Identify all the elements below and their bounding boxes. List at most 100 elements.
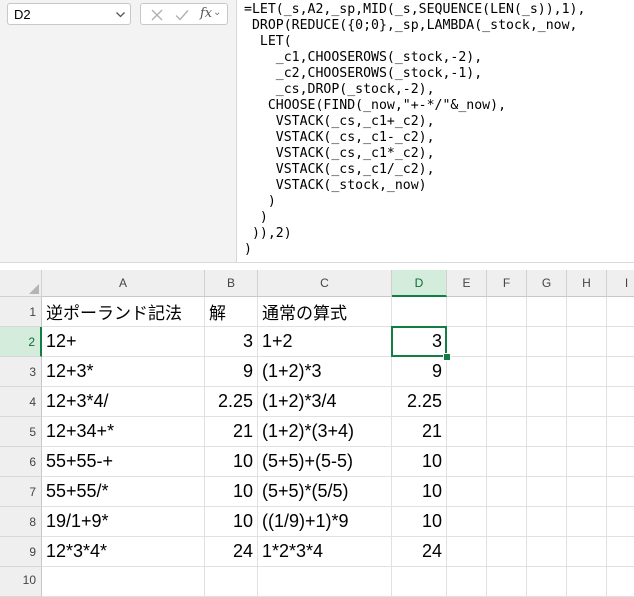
cell-e10[interactable] [447, 567, 487, 597]
column-header-a[interactable]: A [42, 270, 205, 297]
cell-g6[interactable] [527, 447, 567, 477]
row-header-9[interactable]: 9 [0, 537, 42, 567]
cell-g7[interactable] [527, 477, 567, 507]
cell-f10[interactable] [487, 567, 527, 597]
cell-i8[interactable] [607, 507, 634, 537]
cell-d4[interactable]: 2.25 [392, 387, 447, 417]
cell-i7[interactable] [607, 477, 634, 507]
cell-c6[interactable]: (5+5)+(5-5) [258, 447, 392, 477]
row-header-5[interactable]: 5 [0, 417, 42, 447]
cell-h6[interactable] [567, 447, 607, 477]
cell-g8[interactable] [527, 507, 567, 537]
chevron-down-icon[interactable] [115, 9, 126, 20]
column-header-f[interactable]: F [487, 270, 527, 297]
cell-b8[interactable]: 10 [205, 507, 258, 537]
cell-f6[interactable] [487, 447, 527, 477]
cell-g5[interactable] [527, 417, 567, 447]
cell-d2[interactable]: 3 [392, 327, 447, 357]
row-header-10[interactable]: 10 [0, 567, 42, 597]
cell-a1[interactable]: 逆ポーランド記法 [42, 297, 205, 327]
cell-g4[interactable] [527, 387, 567, 417]
cell-i5[interactable] [607, 417, 634, 447]
row-header-8[interactable]: 8 [0, 507, 42, 537]
cell-f3[interactable] [487, 357, 527, 387]
cell-h9[interactable] [567, 537, 607, 567]
column-header-i[interactable]: I [607, 270, 634, 297]
cell-i10[interactable] [607, 567, 634, 597]
enter-check-icon[interactable] [174, 7, 190, 23]
cell-e6[interactable] [447, 447, 487, 477]
cell-a6[interactable]: 55+55-+ [42, 447, 205, 477]
cell-c10[interactable] [258, 567, 392, 597]
column-header-c[interactable]: C [258, 270, 392, 297]
cell-b7[interactable]: 10 [205, 477, 258, 507]
column-header-d[interactable]: D [392, 270, 447, 297]
cell-g2[interactable] [527, 327, 567, 357]
cell-e3[interactable] [447, 357, 487, 387]
cell-a7[interactable]: 55+55/* [42, 477, 205, 507]
cell-i6[interactable] [607, 447, 634, 477]
cell-h3[interactable] [567, 357, 607, 387]
select-all-button[interactable] [0, 270, 42, 297]
cell-c9[interactable]: 1*2*3*4 [258, 537, 392, 567]
column-header-h[interactable]: H [567, 270, 607, 297]
cell-a5[interactable]: 12+34+* [42, 417, 205, 447]
row-header-6[interactable]: 6 [0, 447, 42, 477]
formula-bar[interactable]: =LET(_s,A2,_sp,MID(_s,SEQUENCE(LEN(_s)),… [236, 0, 634, 262]
cell-g10[interactable] [527, 567, 567, 597]
column-header-b[interactable]: B [205, 270, 258, 297]
cell-h2[interactable] [567, 327, 607, 357]
cell-i1[interactable] [607, 297, 634, 327]
column-header-e[interactable]: E [447, 270, 487, 297]
cell-e7[interactable] [447, 477, 487, 507]
cell-i2[interactable] [607, 327, 634, 357]
cell-c4[interactable]: (1+2)*3/4 [258, 387, 392, 417]
cell-a3[interactable]: 12+3* [42, 357, 205, 387]
name-box[interactable]: D2 [7, 3, 131, 25]
cell-f8[interactable] [487, 507, 527, 537]
cell-b6[interactable]: 10 [205, 447, 258, 477]
cell-f7[interactable] [487, 477, 527, 507]
cell-a4[interactable]: 12+3*4/ [42, 387, 205, 417]
cell-g3[interactable] [527, 357, 567, 387]
cell-b3[interactable]: 9 [205, 357, 258, 387]
cell-i3[interactable] [607, 357, 634, 387]
cell-d3[interactable]: 9 [392, 357, 447, 387]
cell-c5[interactable]: (1+2)*(3+4) [258, 417, 392, 447]
cell-h4[interactable] [567, 387, 607, 417]
cell-f1[interactable] [487, 297, 527, 327]
row-header-7[interactable]: 7 [0, 477, 42, 507]
cell-a8[interactable]: 19/1+9* [42, 507, 205, 537]
cell-c8[interactable]: ((1/9)+1)*9 [258, 507, 392, 537]
cell-b9[interactable]: 24 [205, 537, 258, 567]
cell-h7[interactable] [567, 477, 607, 507]
cell-d5[interactable]: 21 [392, 417, 447, 447]
cell-h1[interactable] [567, 297, 607, 327]
column-header-g[interactable]: G [527, 270, 567, 297]
cell-i9[interactable] [607, 537, 634, 567]
row-header-3[interactable]: 3 [0, 357, 42, 387]
cell-f4[interactable] [487, 387, 527, 417]
cancel-icon[interactable] [149, 7, 165, 23]
cell-d8[interactable]: 10 [392, 507, 447, 537]
cell-d6[interactable]: 10 [392, 447, 447, 477]
cell-e9[interactable] [447, 537, 487, 567]
fill-handle[interactable] [443, 353, 451, 361]
cell-f2[interactable] [487, 327, 527, 357]
cell-h8[interactable] [567, 507, 607, 537]
cell-d9[interactable]: 24 [392, 537, 447, 567]
cell-c7[interactable]: (5+5)*(5/5) [258, 477, 392, 507]
cell-b2[interactable]: 3 [205, 327, 258, 357]
insert-function-button[interactable]: fx [200, 6, 212, 21]
cell-a10[interactable] [42, 567, 205, 597]
cell-h5[interactable] [567, 417, 607, 447]
row-header-2[interactable]: 2 [0, 327, 42, 357]
cell-d10[interactable] [392, 567, 447, 597]
cell-g1[interactable] [527, 297, 567, 327]
cell-a9[interactable]: 12*3*4* [42, 537, 205, 567]
cell-b10[interactable] [205, 567, 258, 597]
cell-c1[interactable]: 通常の算式 [258, 297, 392, 327]
row-header-4[interactable]: 4 [0, 387, 42, 417]
cell-e2[interactable] [447, 327, 487, 357]
row-header-1[interactable]: 1 [0, 297, 42, 327]
